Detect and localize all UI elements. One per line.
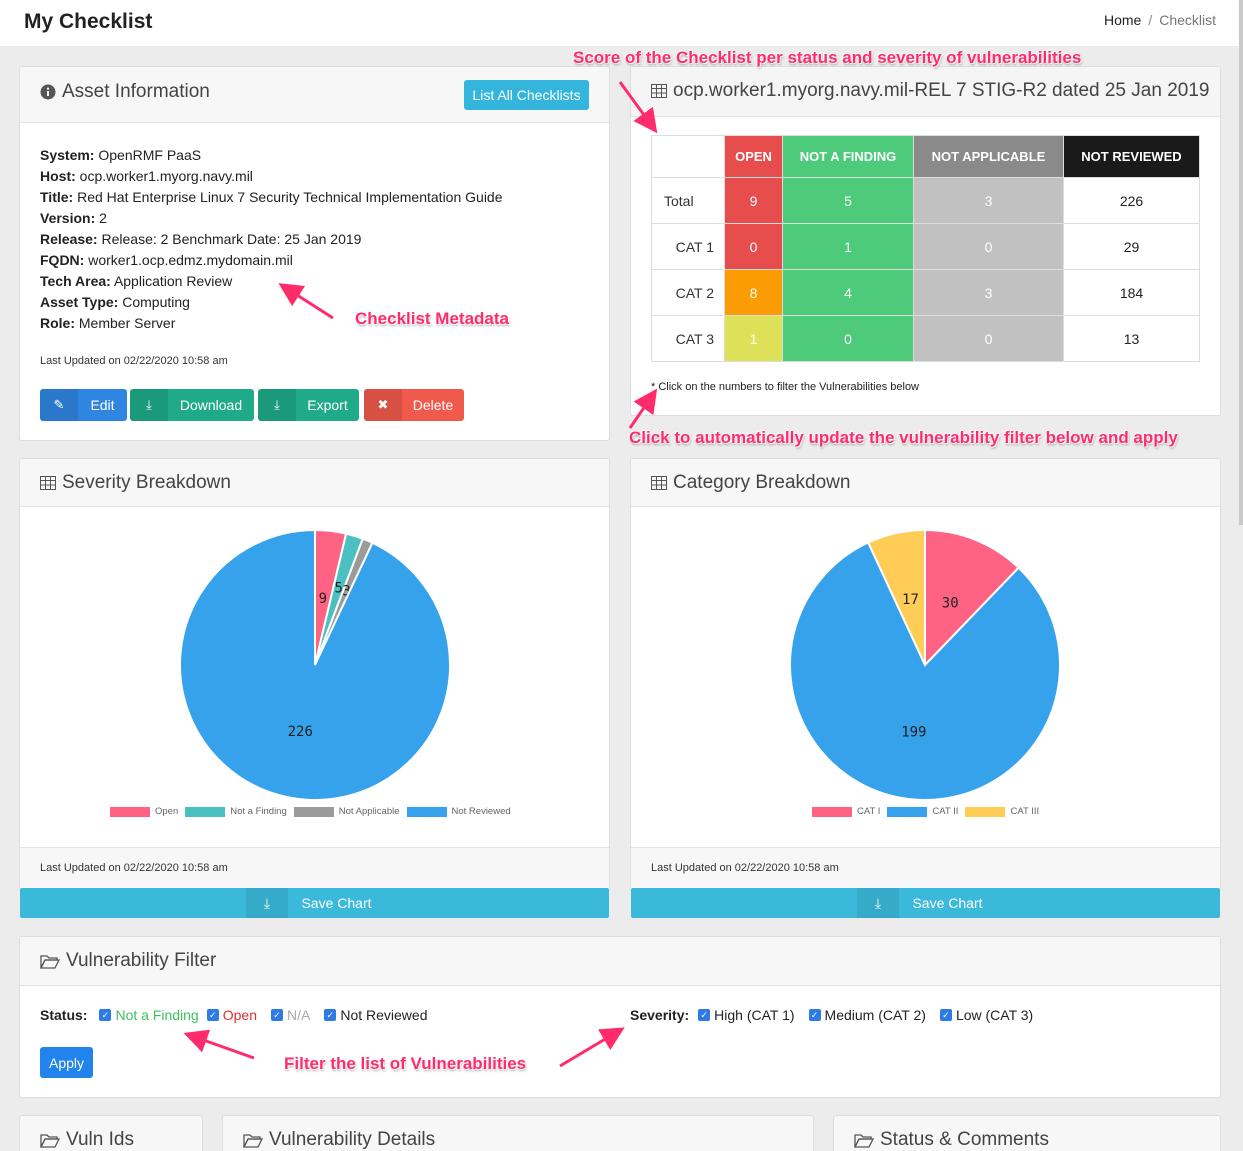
arrow-to-footnote bbox=[628, 388, 658, 429]
arrow-to-metadata bbox=[278, 283, 334, 320]
annotation-arrows bbox=[183, 81, 658, 1068]
arrow-to-status-filter bbox=[183, 1029, 255, 1060]
arrow-to-score-table bbox=[618, 81, 658, 134]
arrow-to-severity-filter bbox=[559, 1027, 625, 1068]
